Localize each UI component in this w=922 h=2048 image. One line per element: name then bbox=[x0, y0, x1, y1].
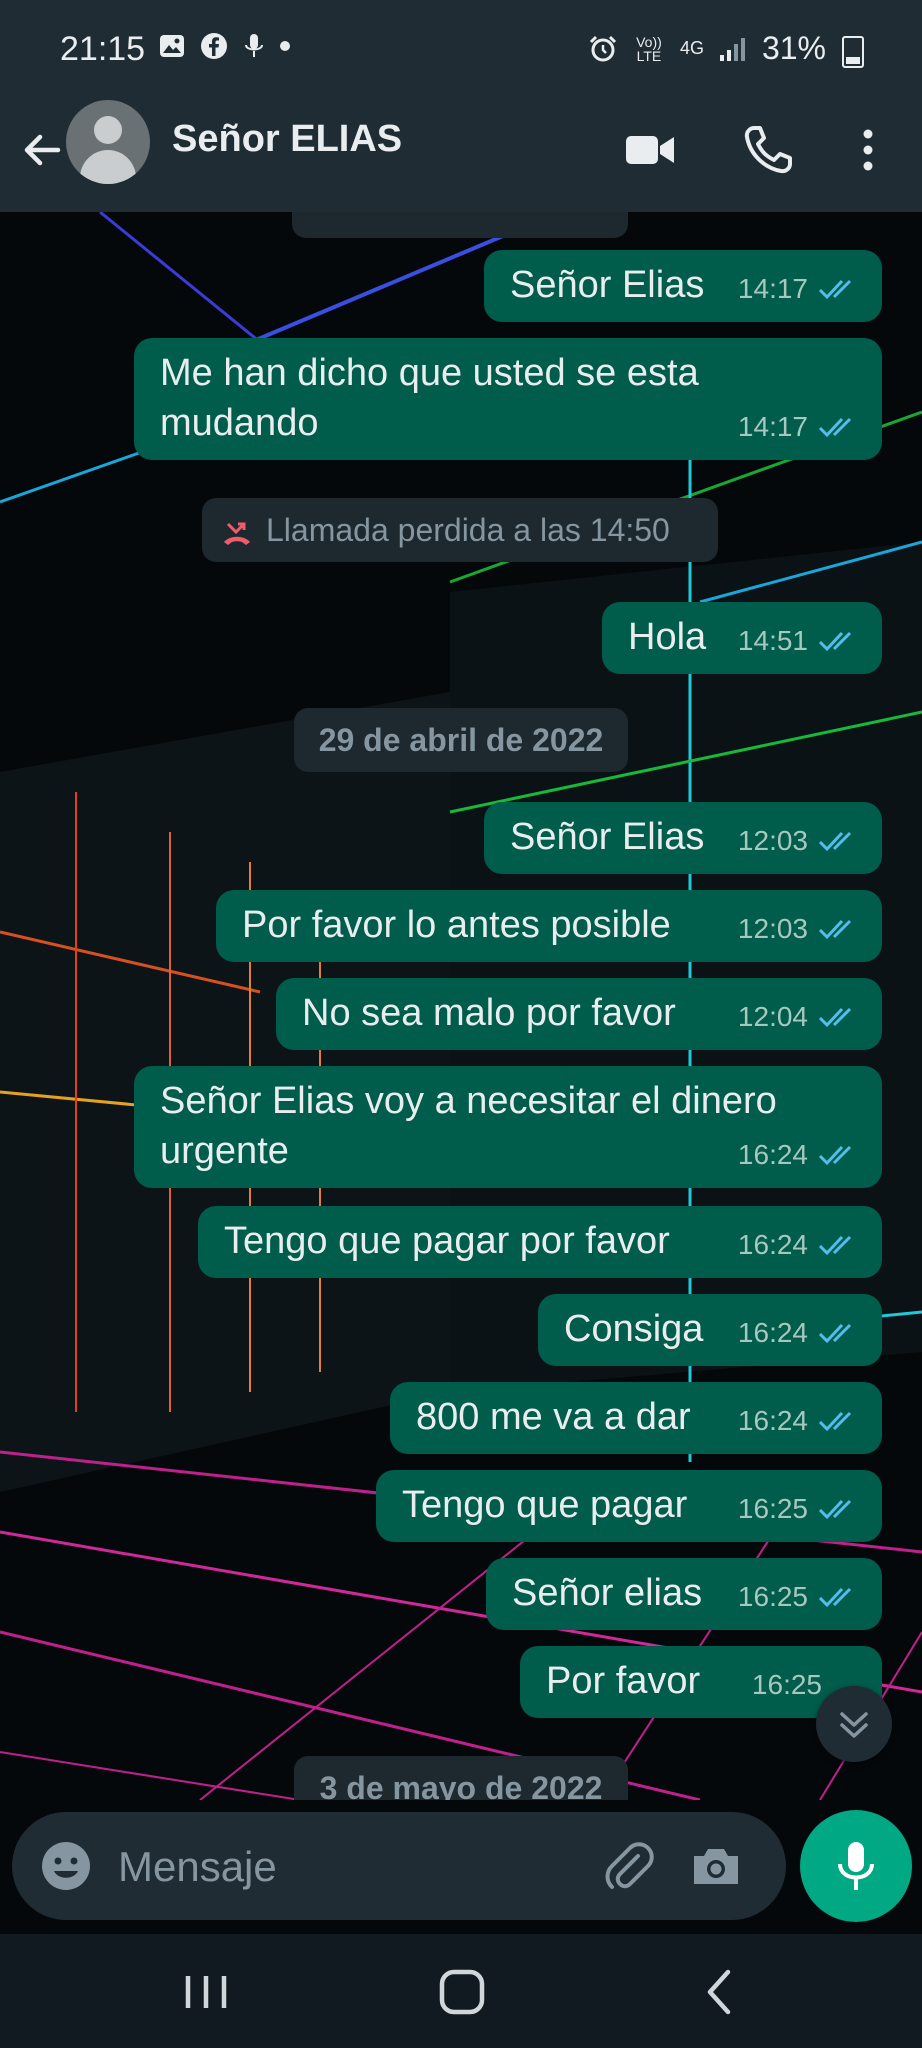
double-check-icon bbox=[818, 417, 852, 438]
voice-message-button[interactable] bbox=[800, 1810, 912, 1922]
more-vertical-icon[interactable] bbox=[840, 122, 896, 178]
avatar-body-icon bbox=[80, 150, 136, 184]
emoji-icon[interactable] bbox=[38, 1838, 94, 1894]
battery-percent: 31% bbox=[761, 30, 826, 66]
date-divider: 3 de mayo de 2022 bbox=[294, 1756, 628, 1800]
message-text: Tengo que pagar bbox=[402, 1484, 688, 1526]
date-divider: 29 de abril de 2022 bbox=[294, 708, 628, 772]
message-time: 16:24 bbox=[738, 1396, 858, 1446]
message-bubble[interactable]: Me han dicho que usted se esta mudando 1… bbox=[134, 338, 882, 460]
arrow-left-icon[interactable] bbox=[18, 126, 66, 174]
message-bubble[interactable]: Señor Elias 14:17 bbox=[484, 250, 882, 322]
double-check-icon bbox=[818, 919, 852, 940]
date-divider-text: 3 de mayo de 2022 bbox=[319, 1770, 603, 1800]
recent-apps-icon[interactable] bbox=[176, 1964, 236, 2020]
scroll-down-button[interactable] bbox=[816, 1686, 892, 1762]
message-text: Señor Elias bbox=[510, 264, 705, 306]
chat-header: Señor ELIAS bbox=[0, 100, 922, 212]
message-input[interactable] bbox=[116, 1836, 580, 1898]
double-check-icon bbox=[818, 631, 852, 652]
message-text: Consiga bbox=[564, 1308, 704, 1350]
message-text: Señor Elias bbox=[510, 816, 705, 858]
avatar-head-icon bbox=[94, 116, 122, 144]
battery-icon bbox=[842, 36, 864, 68]
double-check-icon bbox=[818, 1411, 852, 1432]
message-bubble[interactable]: Tengo que pagar 16:25 bbox=[376, 1470, 882, 1542]
paperclip-icon[interactable] bbox=[600, 1838, 656, 1894]
double-check-icon bbox=[818, 1007, 852, 1028]
message-text: 800 me va a dar bbox=[416, 1396, 691, 1438]
contact-name[interactable]: Señor ELIAS bbox=[172, 118, 402, 161]
camera-icon[interactable] bbox=[688, 1838, 744, 1894]
date-chip-partial bbox=[292, 212, 628, 238]
status-dot-icon bbox=[280, 41, 290, 51]
microphone-icon bbox=[838, 1842, 874, 1890]
double-check-icon bbox=[818, 1235, 852, 1256]
date-divider-text: 29 de abril de 2022 bbox=[318, 722, 604, 758]
message-text: Señor elias bbox=[512, 1572, 703, 1614]
double-check-icon bbox=[818, 1145, 852, 1166]
message-bubble[interactable]: Señor Elias 12:03 bbox=[484, 802, 882, 874]
network-type-label: 4G bbox=[679, 38, 704, 58]
double-check-icon bbox=[818, 831, 852, 852]
message-time: 14:17 bbox=[738, 264, 858, 314]
system-navigation-bar bbox=[0, 1934, 922, 2048]
volte-label: Vo)) LTE bbox=[636, 33, 662, 64]
double-check-icon bbox=[818, 279, 852, 300]
message-text: Por favor lo antes posible bbox=[242, 904, 671, 946]
chat-area[interactable]: Señor Elias 14:17 Me han dicho que usted… bbox=[0, 212, 922, 1800]
message-time: 14:51 bbox=[738, 616, 858, 666]
message-time: 16:25 bbox=[738, 1484, 858, 1534]
message-text: Por favor bbox=[546, 1660, 701, 1702]
composer-bar bbox=[0, 1800, 922, 1934]
video-camera-icon[interactable] bbox=[622, 122, 678, 178]
message-time: 16:24 bbox=[738, 1220, 858, 1270]
home-icon[interactable] bbox=[432, 1964, 492, 2020]
gallery-icon bbox=[160, 35, 184, 57]
double-check-icon bbox=[818, 1587, 852, 1608]
message-bubble[interactable]: Tengo que pagar por favor 16:24 bbox=[198, 1206, 882, 1278]
message-bubble[interactable]: Hola 14:51 bbox=[602, 602, 882, 674]
alarm-icon bbox=[589, 35, 616, 61]
message-time: 16:24 bbox=[738, 1308, 858, 1358]
message-bubble[interactable]: Señor elias 16:25 bbox=[486, 1558, 882, 1630]
facebook-icon bbox=[201, 33, 227, 59]
message-time: 16:25 bbox=[738, 1572, 858, 1622]
message-bubble[interactable]: 800 me va a dar 16:24 bbox=[390, 1382, 882, 1454]
avatar[interactable] bbox=[66, 100, 150, 184]
double-chevron-down-icon bbox=[840, 1712, 868, 1738]
message-bubble[interactable]: Por favor lo antes posible 12:03 bbox=[216, 890, 882, 962]
double-check-icon bbox=[818, 1499, 852, 1520]
message-composer bbox=[12, 1812, 786, 1920]
phone-icon[interactable] bbox=[740, 122, 796, 178]
microphone-status-icon bbox=[245, 34, 263, 57]
message-bubble[interactable]: Señor Elias voy a necesitar el dinero ur… bbox=[134, 1066, 882, 1188]
message-time: 12:03 bbox=[738, 816, 858, 866]
message-text: Me han dicho que usted se esta mudando bbox=[160, 352, 699, 444]
message-bubble[interactable]: Consiga 16:24 bbox=[538, 1294, 882, 1366]
signal-icon bbox=[719, 37, 745, 61]
status-time: 21:15 bbox=[60, 30, 146, 68]
message-text: No sea malo por favor bbox=[302, 992, 676, 1034]
status-bar: 21:15 Vo)) LTE 4G 31% bbox=[0, 0, 922, 100]
message-time: 16:25 bbox=[751, 1669, 822, 1700]
back-nav-icon[interactable] bbox=[690, 1964, 750, 2020]
double-check-icon bbox=[818, 1323, 852, 1344]
status-system-icons: Vo)) LTE 4G 31% bbox=[588, 30, 852, 67]
message-text: Tengo que pagar por favor bbox=[224, 1220, 670, 1262]
missed-call-text: Llamada perdida a las 14:50 bbox=[266, 512, 670, 548]
message-time: 14:17 bbox=[738, 402, 858, 452]
status-notification-icons bbox=[158, 32, 290, 60]
message-time: 12:04 bbox=[738, 992, 858, 1042]
message-time: 16:24 bbox=[738, 1130, 858, 1180]
message-time: 12:03 bbox=[738, 904, 858, 954]
message-bubble[interactable]: No sea malo por favor 12:04 bbox=[276, 978, 882, 1050]
missed-call-icon bbox=[224, 522, 250, 545]
missed-call-notice[interactable]: Llamada perdida a las 14:50 bbox=[202, 498, 718, 562]
message-text: Hola bbox=[628, 616, 707, 658]
